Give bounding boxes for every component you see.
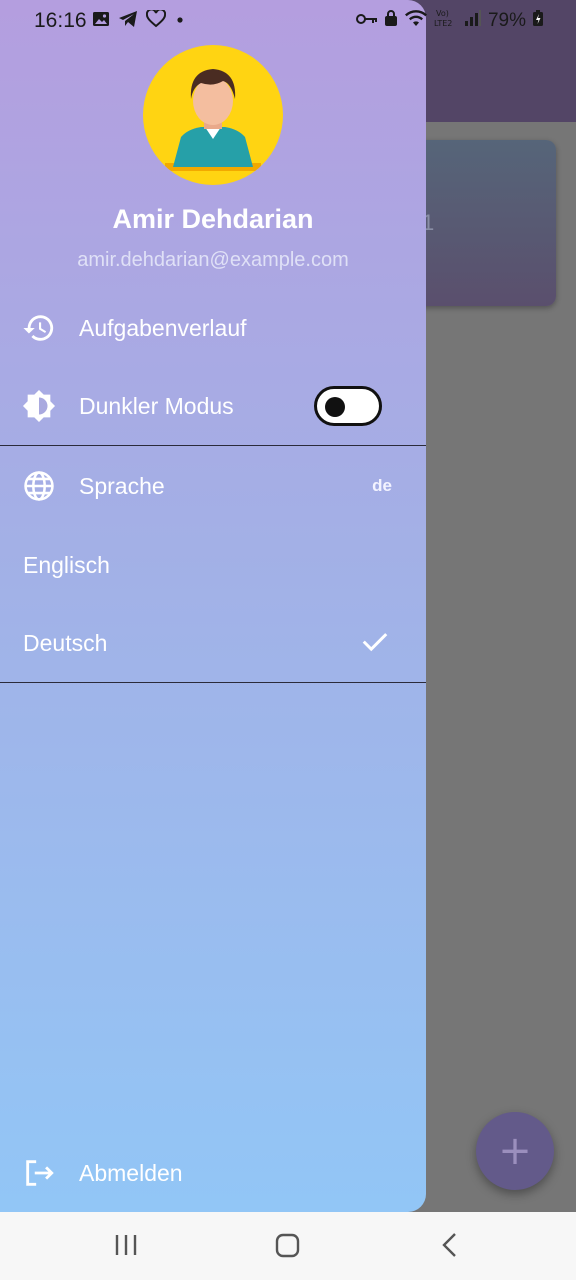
- recents-icon[interactable]: [114, 1230, 138, 1265]
- menu-item-logout[interactable]: Abmelden: [0, 1141, 426, 1205]
- history-icon: [22, 311, 56, 345]
- status-time: 16:16: [34, 9, 87, 32]
- status-bar: 16:16 Vo) LTE2 79%: [0, 0, 576, 42]
- task-history-label: Aufgabenverlauf: [79, 314, 247, 341]
- user-name: Amir Dehdarian: [112, 204, 314, 234]
- check-icon: [360, 626, 390, 661]
- system-nav-bar: [0, 1212, 576, 1280]
- globe-icon: [22, 469, 56, 503]
- battery-percent: 79%: [487, 10, 526, 31]
- home-icon[interactable]: [274, 1230, 302, 1265]
- user-email: amir.dehdarian@example.com: [77, 249, 349, 271]
- heart-icon: [145, 8, 167, 33]
- logout-icon: [22, 1156, 56, 1190]
- english-label: Englisch: [23, 551, 110, 578]
- menu-item-task-history[interactable]: Aufgabenverlauf: [0, 296, 426, 360]
- divider: [0, 682, 426, 683]
- image-icon: [92, 10, 110, 33]
- back-icon[interactable]: [438, 1230, 462, 1265]
- toggle-knob: [325, 397, 345, 417]
- german-label: Deutsch: [23, 629, 108, 656]
- svg-text:LTE2: LTE2: [434, 19, 452, 28]
- svg-text:Vo): Vo): [436, 9, 449, 18]
- language-option-english[interactable]: Englisch: [0, 533, 426, 597]
- signal-icon: [464, 10, 482, 32]
- key-icon: [355, 10, 378, 32]
- add-task-button[interactable]: +: [476, 1112, 554, 1190]
- logout-label: Abmelden: [79, 1159, 183, 1186]
- dot-icon: [174, 10, 186, 33]
- dark-mode-toggle[interactable]: [314, 386, 382, 426]
- language-label: Sprache: [79, 472, 165, 499]
- dark-mode-label: Dunkler Modus: [79, 392, 234, 419]
- navigation-drawer: Amir Dehdarian amir.dehdarian@example.co…: [0, 0, 426, 1212]
- menu-item-dark-mode: Dunkler Modus: [0, 374, 426, 438]
- battery-icon: [532, 9, 544, 33]
- brightness-icon: [22, 389, 56, 423]
- language-code-badge: de: [372, 476, 392, 495]
- telegram-icon: [118, 10, 138, 33]
- wifi-icon: [404, 9, 428, 33]
- language-option-german[interactable]: Deutsch: [0, 611, 426, 675]
- avatar: [143, 45, 283, 185]
- divider: [0, 445, 426, 446]
- menu-item-language[interactable]: Sprache de: [0, 454, 426, 518]
- plus-icon: +: [498, 1128, 532, 1174]
- volte-icon: Vo) LTE2: [434, 8, 458, 34]
- lock-icon: [384, 9, 398, 33]
